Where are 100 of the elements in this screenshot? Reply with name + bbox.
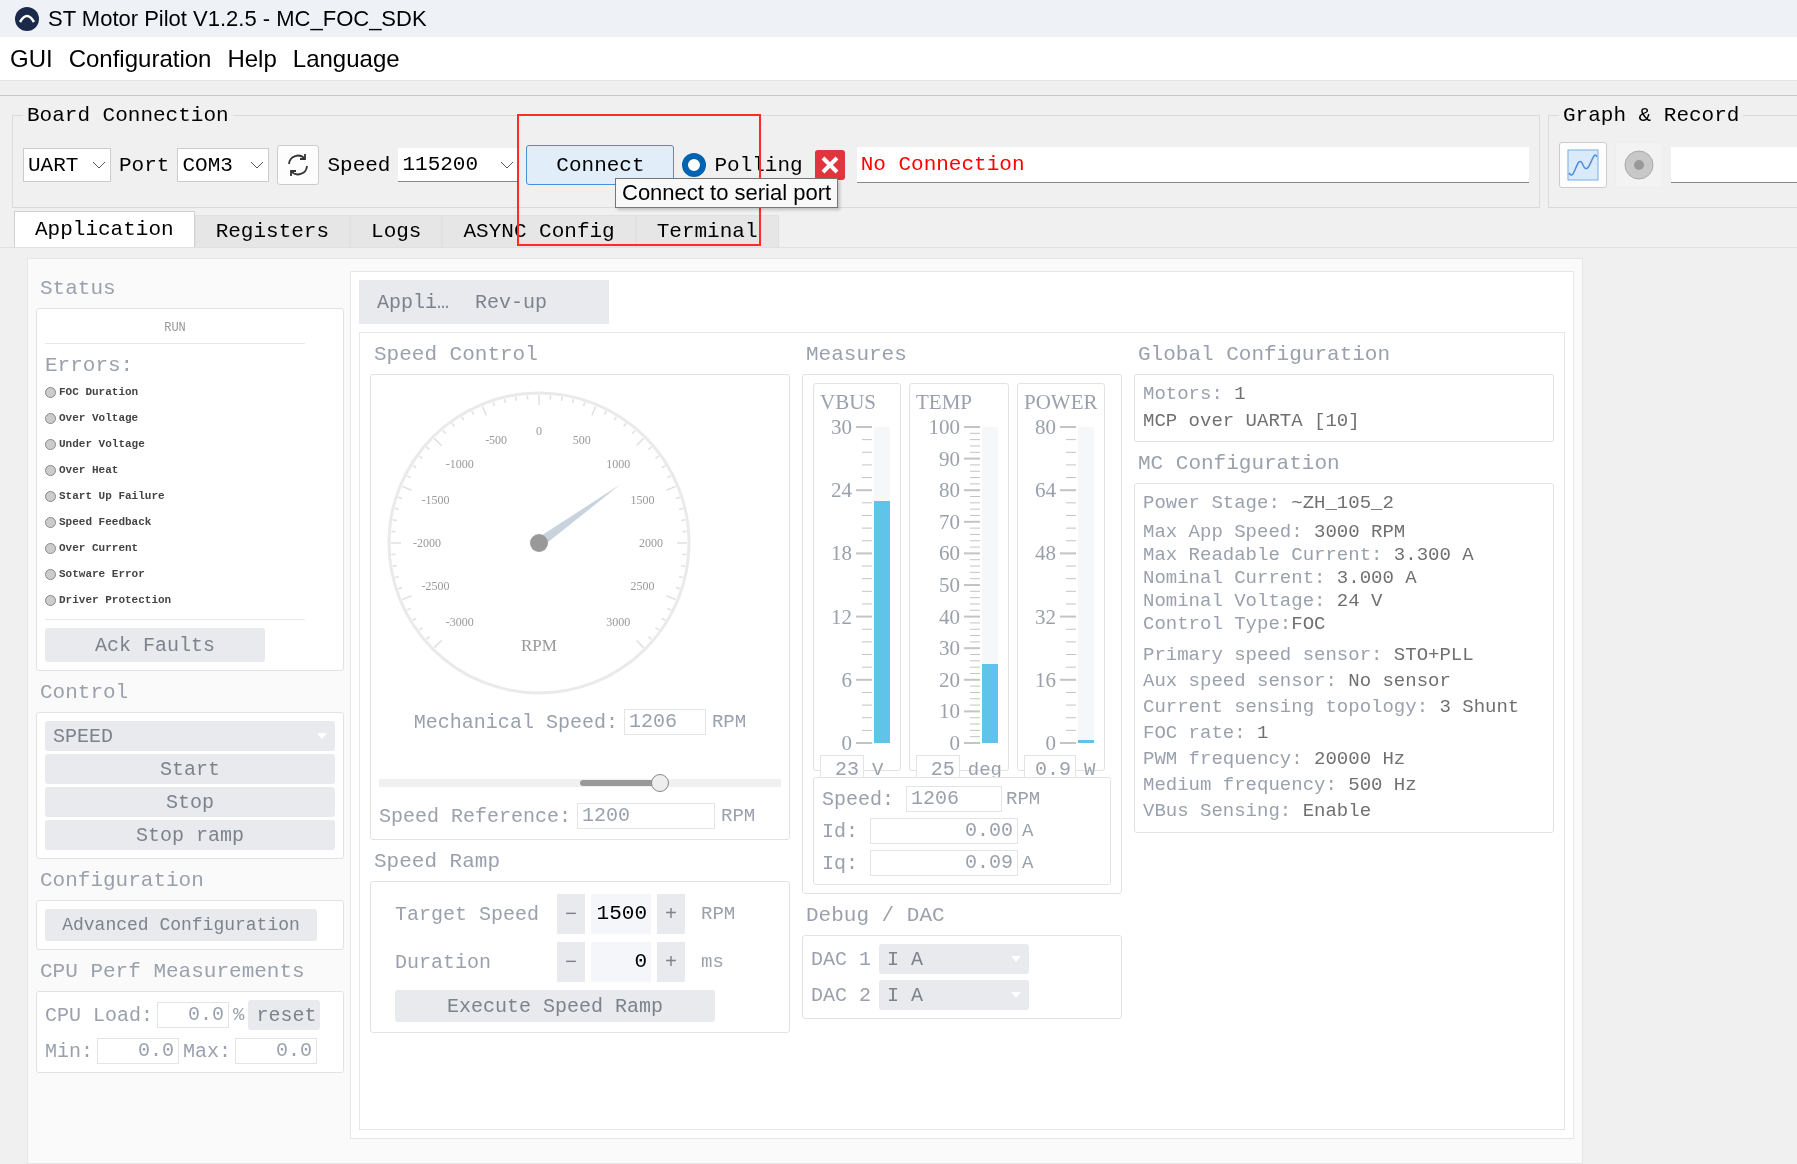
- unit-label: RPM: [1006, 788, 1041, 810]
- meter-unit: V: [872, 759, 884, 781]
- speed-label: Speed: [327, 153, 391, 177]
- meter-title: TEMP: [916, 390, 973, 415]
- scale-label: 0: [1045, 731, 1056, 755]
- info-line: PWM frequency: 20000 Hz: [1143, 747, 1407, 772]
- gauge-tick-label: 1500: [630, 493, 655, 508]
- cpu-load-field: 0.0: [157, 1002, 230, 1028]
- error-label: FOC Duration: [59, 386, 139, 398]
- tab[interactable]: Application: [14, 211, 195, 247]
- chevron-icon: [500, 160, 515, 169]
- info-line: Control Type:FOC: [1143, 613, 1327, 636]
- error-label: Under Voltage: [59, 438, 145, 450]
- section-title: Debug / DAC: [805, 903, 946, 929]
- field-label: Max:: [183, 1039, 232, 1063]
- meter-title: POWER: [1024, 390, 1098, 415]
- unit-label: A: [1022, 820, 1034, 842]
- gauge-tick-label: -3000: [445, 615, 474, 630]
- scale-label: 0: [841, 731, 852, 755]
- error-label: Sotware Error: [59, 568, 145, 580]
- gauge-tick-label: -2500: [421, 578, 450, 593]
- field-label: DAC 2: [811, 983, 871, 1007]
- unit-label: A: [1022, 852, 1034, 874]
- info-line: MCP over UARTA [10]: [1143, 410, 1361, 433]
- info-line: Medium frequency: 500 Hz: [1143, 773, 1418, 798]
- info-line: Max Readable Current: 3.300 A: [1143, 544, 1475, 567]
- scale-label: 10: [939, 699, 960, 724]
- scale-label: 18: [831, 541, 852, 566]
- reading-field: 0.09: [870, 850, 1018, 876]
- port-dropdown[interactable]: COM3: [177, 148, 270, 182]
- window-title: ST Motor Pilot V1.2.5 - MC_FOC_SDK: [48, 5, 427, 32]
- field-label: Min:: [45, 1039, 93, 1063]
- scale-label: 16: [1035, 667, 1056, 692]
- chevron-icon: [250, 161, 265, 169]
- info-line: Motors: 1: [1143, 383, 1247, 406]
- scale-label: 0: [949, 731, 960, 755]
- scale-label: 6: [841, 667, 852, 692]
- connect-button[interactable]: Connect: [526, 145, 675, 185]
- gauge-tick-label: 3000: [606, 615, 631, 630]
- scale-label: 40: [939, 604, 960, 629]
- scale-label: 30: [831, 415, 852, 439]
- reading-field: 1206: [906, 786, 1002, 812]
- menu-item[interactable]: Configuration: [68, 44, 212, 73]
- gauge-tick-label: 0: [536, 424, 542, 438]
- gauge-unit: RPM: [521, 636, 557, 655]
- port-label: Port: [119, 153, 170, 177]
- info-line: Primary speed sensor: STO+PLL: [1143, 643, 1475, 668]
- gauge-tick-label: 1000: [606, 456, 631, 471]
- refresh-button[interactable]: [277, 145, 320, 185]
- connection-status: No Connection: [856, 147, 1529, 183]
- field-label: Id:: [822, 819, 859, 843]
- unit-label: RPM: [721, 805, 756, 827]
- tab[interactable]: Logs: [350, 215, 443, 247]
- errors-label: Errors:: [45, 353, 135, 377]
- menu-item[interactable]: GUI: [10, 44, 53, 73]
- scale-label: 60: [939, 541, 960, 566]
- section-title: Configuration: [39, 868, 205, 894]
- field-label: Mechanical Speed:: [413, 710, 618, 734]
- info-line: Current sensing topology: 3 Shunt: [1143, 695, 1521, 720]
- chevron-icon: [92, 161, 106, 169]
- reading-field: 0.00: [870, 818, 1018, 844]
- scale-label: 64: [1035, 478, 1056, 503]
- app-logo-icon: [14, 5, 40, 32]
- gauge-tick-label: 500: [572, 432, 591, 447]
- tooltip: Connect to serial port: [615, 178, 839, 208]
- scale-label: 50: [939, 573, 960, 597]
- baud-dropdown[interactable]: 115200: [398, 148, 519, 182]
- record-icon: [1623, 149, 1655, 181]
- interface-dropdown[interactable]: UART: [23, 148, 111, 182]
- info-line: Nominal Current: 3.000 A: [1143, 567, 1418, 590]
- scale-label: 90: [939, 446, 960, 471]
- meter-title: VBUS: [820, 390, 878, 415]
- motor-state: RUN: [45, 317, 305, 344]
- gauge-tick-label: -1500: [421, 493, 450, 508]
- field-label: Duration: [395, 950, 492, 974]
- scale-label: 32: [1035, 604, 1056, 629]
- section-title: MC Configuration: [1137, 451, 1341, 477]
- error-label: Over Current: [59, 542, 139, 554]
- tab[interactable]: Registers: [194, 215, 351, 247]
- tab[interactable]: Terminal: [635, 215, 779, 247]
- scale-label: 70: [939, 509, 960, 534]
- graph-button[interactable]: [1559, 142, 1607, 188]
- section-title: Global Configuration: [1137, 342, 1392, 368]
- section-title: Speed Control: [373, 342, 539, 368]
- gauge-tick-label: 2500: [630, 578, 655, 593]
- info-line: Nominal Voltage: 24 V: [1143, 590, 1384, 613]
- record-path-field[interactable]: [1671, 147, 1797, 183]
- gauge-tick-label: 2000: [639, 536, 663, 550]
- section-title: CPU Perf Measurements: [39, 959, 306, 985]
- menu-item[interactable]: Help: [227, 44, 277, 73]
- menu-item[interactable]: Language: [292, 44, 400, 73]
- error-label: Start Up Failure: [59, 490, 165, 502]
- info-line: Power Stage: ~ZH_105_2: [1143, 492, 1395, 515]
- error-label: Speed Feedback: [59, 516, 152, 528]
- error-label: Over Voltage: [59, 412, 139, 424]
- gauge-tick-label: -1000: [445, 456, 474, 471]
- field-label: Iq:: [822, 851, 859, 875]
- unit-label: %: [233, 1004, 245, 1026]
- meter-unit: W: [1084, 759, 1096, 781]
- scale-label: 48: [1035, 541, 1056, 566]
